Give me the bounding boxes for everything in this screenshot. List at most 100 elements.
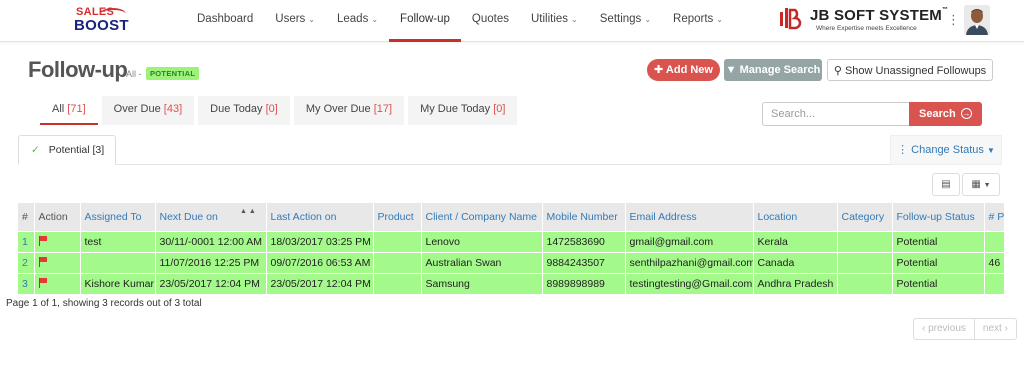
add-new-label: Add New bbox=[665, 64, 713, 76]
cell-category bbox=[837, 251, 893, 273]
followup-tabs: All [71] Over Due [43] Due Today [0] My Ove… bbox=[40, 96, 521, 125]
flag-icon[interactable] bbox=[38, 277, 48, 288]
column-picker-button[interactable]: ▦ ▼ bbox=[962, 173, 1000, 196]
cell-email: testingtesting@Gmail.com bbox=[625, 272, 754, 294]
column-header[interactable]: Assigned To bbox=[80, 203, 156, 231]
column-header[interactable]: Location bbox=[753, 203, 838, 231]
column-header[interactable]: # Pb bbox=[984, 203, 1004, 231]
table-header-row: # Action Assigned To Next Due on Last Action… bbox=[18, 203, 1004, 231]
tab-label: My Over Due bbox=[305, 103, 371, 115]
nav-item-users[interactable]: Users ⌄ bbox=[264, 0, 326, 42]
nav-item-label: Utilities bbox=[530, 13, 569, 25]
tab-count: [43] bbox=[163, 103, 183, 115]
cell-assigned bbox=[80, 251, 156, 273]
tab-my-due-today[interactable]: My Due Today [0] bbox=[408, 96, 518, 125]
cell-location: Andhra Pradesh bbox=[753, 272, 838, 294]
cell-assigned: Kishore Kumar bbox=[80, 272, 156, 294]
tab-count: [0] bbox=[265, 103, 278, 115]
cell-last-action: 09/07/2016 06:53 AM bbox=[266, 251, 374, 273]
table-body: 1 test 30/11/-0001 12:00 AM 18/03/2017 03:2… bbox=[18, 230, 1004, 294]
nav-item-follow-up[interactable]: Follow-up bbox=[389, 0, 461, 42]
user-icon: ⚲ bbox=[833, 65, 842, 77]
vertical-dots-icon: ⋮ bbox=[897, 144, 909, 156]
cell-client: Lenovo bbox=[421, 230, 543, 252]
check-icon: ✓ bbox=[31, 144, 40, 156]
table-row[interactable]: 1 test 30/11/-0001 12:00 AM 18/03/2017 03:2… bbox=[18, 230, 1004, 252]
user-avatar[interactable] bbox=[964, 5, 990, 35]
action-cell bbox=[34, 272, 81, 294]
jb-soft-system-brand: JB SOFT SYSTEM™ Where Expertise meets Ex… bbox=[776, 5, 948, 37]
logo-line-2: BOOST bbox=[74, 17, 129, 34]
tab-due-today[interactable]: Due Today [0] bbox=[198, 96, 290, 125]
nav-item-leads[interactable]: Leads ⌄ bbox=[326, 0, 389, 42]
page-title: Follow-up bbox=[28, 57, 128, 82]
chevron-down-icon: ⌄ bbox=[371, 15, 379, 24]
cell-location: Canada bbox=[753, 251, 838, 273]
pagination-summary: Page 1 of 1, showing 3 records out of 3 … bbox=[6, 298, 202, 309]
caret-down-icon: ▼ bbox=[986, 146, 995, 155]
manage-search-button[interactable]: ▼ Manage Search bbox=[724, 59, 822, 81]
table-row[interactable]: 3 Kishore Kumar 23/05/2017 12:04 PM 23/05/2… bbox=[18, 272, 1004, 294]
table-row[interactable]: 2 11/07/2016 12:25 PM 09/07/2016 06:53 AM A… bbox=[18, 251, 1004, 273]
cell-n[interactable]: 2 bbox=[18, 251, 35, 273]
tab-label: All bbox=[52, 103, 65, 115]
arrow-right-circle-icon: → bbox=[961, 108, 972, 119]
show-unassigned-button[interactable]: ⚲ Show Unassigned Followups bbox=[827, 59, 993, 81]
nav-item-dashboard[interactable]: Dashboard bbox=[186, 0, 264, 42]
cell-status: Potential bbox=[892, 251, 985, 273]
previous-page-button[interactable]: ‹ previous bbox=[913, 318, 975, 340]
chevron-down-icon: ⌄ bbox=[716, 15, 723, 24]
tab-my-over-due[interactable]: My Over Due [17] bbox=[293, 96, 405, 125]
search-button-label: Search bbox=[919, 108, 956, 120]
flag-icon[interactable] bbox=[38, 235, 48, 246]
cell-n[interactable]: 3 bbox=[18, 272, 35, 294]
tab-label: Due Today bbox=[210, 103, 263, 115]
cell-email: gmail@gmail.com bbox=[625, 230, 754, 252]
more-options-icon[interactable]: ⋮ bbox=[947, 12, 960, 28]
nav-item-quotes[interactable]: Quotes bbox=[461, 0, 520, 42]
salesboost-logo[interactable]: SALES BOOST bbox=[74, 6, 138, 36]
brand-name: JB SOFT SYSTEM™ bbox=[810, 7, 948, 24]
followup-table: # Action Assigned To Next Due on Last Action… bbox=[18, 203, 1004, 294]
tab-potential[interactable]: ✓ Potential [3] bbox=[18, 135, 116, 165]
nav-item-settings[interactable]: Settings ⌄ bbox=[589, 0, 662, 42]
nav-item-label: Users bbox=[275, 13, 306, 25]
column-header[interactable]: Last Action on bbox=[266, 203, 374, 231]
search-button[interactable]: Search → bbox=[909, 102, 982, 126]
search-input[interactable] bbox=[762, 102, 910, 126]
column-header[interactable]: Product bbox=[373, 203, 422, 231]
tab-label: My Due Today bbox=[420, 103, 491, 115]
nav-item-reports[interactable]: Reports ⌄ bbox=[662, 0, 734, 42]
cell-pb bbox=[984, 230, 1004, 252]
cell-next-due: 11/07/2016 12:25 PM bbox=[155, 251, 267, 273]
column-header[interactable]: Email Address bbox=[625, 203, 754, 231]
cell-next-due: 30/11/-0001 12:00 AM bbox=[155, 230, 267, 252]
list-view-icon[interactable]: ▤ bbox=[932, 173, 960, 196]
nav-item-utilities[interactable]: Utilities ⌄ bbox=[520, 0, 589, 42]
cell-mobile: 1472583690 bbox=[542, 230, 626, 252]
change-status-dropdown[interactable]: ⋮ Change Status ▼ bbox=[890, 135, 1002, 165]
top-navbar: SALES BOOST Dashboard Users ⌄ Leads ⌄ Follow-… bbox=[0, 0, 1024, 42]
add-new-button[interactable]: ✚ Add New bbox=[647, 59, 720, 81]
tab-label: Over Due bbox=[113, 103, 161, 115]
column-header[interactable]: Mobile Number bbox=[542, 203, 626, 231]
tab-over-due[interactable]: Over Due [43] bbox=[101, 96, 195, 125]
cell-pb: 46 bbox=[984, 251, 1004, 273]
cell-mobile: 8989898989 bbox=[542, 272, 626, 294]
column-header[interactable]: Category bbox=[837, 203, 893, 231]
filter-prefix: All - bbox=[126, 69, 142, 79]
sort-arrows-icon[interactable]: ▲▲ bbox=[240, 208, 258, 215]
column-header[interactable]: Follow-up Status bbox=[892, 203, 985, 231]
cell-n[interactable]: 1 bbox=[18, 230, 35, 252]
flag-icon[interactable] bbox=[38, 256, 48, 267]
avatar-image-icon bbox=[964, 5, 990, 35]
column-header: # bbox=[18, 203, 35, 231]
nav-item-label: Follow-up bbox=[400, 13, 450, 25]
jb-logo-mark-icon bbox=[780, 8, 802, 30]
tab-all[interactable]: All [71] bbox=[40, 96, 98, 125]
next-page-button[interactable]: next › bbox=[974, 318, 1017, 340]
tab-count: [0] bbox=[493, 103, 506, 115]
cell-mobile: 9884243507 bbox=[542, 251, 626, 273]
column-header[interactable]: Client / Company Name bbox=[421, 203, 543, 231]
chevron-down-icon: ⌄ bbox=[644, 15, 652, 24]
